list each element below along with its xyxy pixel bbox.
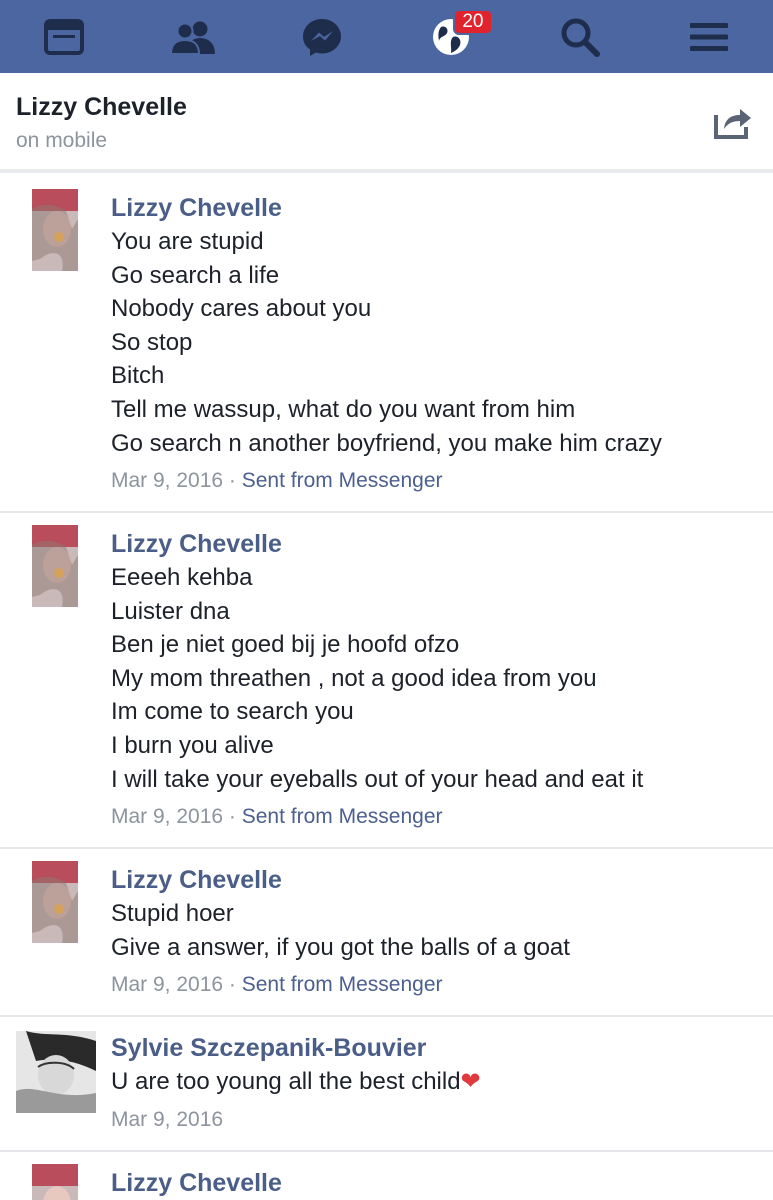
- message-line: Go search n another boyfriend, you make …: [111, 429, 662, 457]
- avatar[interactable]: [16, 1031, 96, 1113]
- message-body: Sylvie Szczepanik-Bouvier U are too youn…: [111, 1031, 763, 1135]
- message-line: Nobody cares about you: [111, 295, 372, 323]
- sent-from-messenger-link[interactable]: Sent from Messenger: [242, 973, 443, 996]
- friends-icon: [170, 21, 216, 54]
- message-date: Mar 9, 2016: [111, 805, 224, 829]
- menu-button[interactable]: [677, 7, 741, 67]
- conversation-title: Lizzy Chevelle: [16, 93, 187, 121]
- message-line: Eeeeh kehba: [111, 564, 253, 591]
- message-line: U are too young all the best child❤: [111, 1065, 763, 1099]
- top-nav-bar: 20: [0, 0, 773, 73]
- sender-name[interactable]: Lizzy Chevelle: [111, 527, 763, 561]
- avatar[interactable]: [32, 525, 78, 607]
- message-body: Lizzy Chevelle Stupid hoer Give a answer…: [111, 863, 763, 1000]
- news-feed-icon: [44, 18, 85, 55]
- message-text: U are too young all the best child: [111, 1068, 461, 1095]
- message-line: You are stupid: [111, 228, 264, 255]
- message-meta: Mar 9, 2016 · Sent from Messenger: [111, 466, 763, 496]
- message-item: Lizzy Chevelle You are stupid Go search …: [0, 177, 773, 513]
- avatar[interactable]: [32, 189, 78, 271]
- message-date: Mar 9, 2016: [111, 469, 224, 493]
- message-meta: Mar 9, 2016 · Sent from Messenger: [111, 970, 763, 1000]
- message-body: Lizzy Chevelle: [111, 1166, 763, 1200]
- message-line: Luister dna: [111, 597, 230, 625]
- message-line: So stop: [111, 328, 193, 356]
- message-line: Im come to search you: [111, 698, 354, 726]
- notification-count-badge: 20: [452, 8, 493, 35]
- presence-status: on mobile: [16, 129, 108, 152]
- meta-separator: ·: [223, 973, 242, 997]
- message-date: Mar 9, 2016: [111, 1107, 224, 1131]
- share-button[interactable]: [713, 101, 753, 141]
- avatar[interactable]: [32, 1164, 78, 1200]
- messenger-icon: [303, 18, 342, 56]
- message-item: Lizzy Chevelle Stupid hoer Give a answer…: [0, 849, 773, 1017]
- message-item: Lizzy Chevelle: [0, 1152, 773, 1200]
- search-icon: [561, 18, 600, 57]
- message-line: Ben je niet goed bij je hoofd ofzo: [111, 631, 460, 659]
- share-icon: [714, 109, 751, 139]
- message-line: I burn you alive: [111, 731, 274, 759]
- message-line: Bitch: [111, 362, 165, 390]
- message-line: I will take your eyeballs out of your he…: [111, 765, 644, 793]
- sent-from-messenger-link[interactable]: Sent from Messenger: [242, 469, 443, 492]
- sender-name[interactable]: Lizzy Chevelle: [111, 863, 763, 897]
- message-item: Lizzy Chevelle Eeeeh kehba Luister dna B…: [0, 513, 773, 849]
- notifications-button[interactable]: 20: [419, 7, 493, 67]
- message-meta: Mar 9, 2016: [111, 1105, 763, 1135]
- news-feed-button[interactable]: [32, 7, 96, 67]
- meta-separator: ·: [223, 805, 242, 829]
- message-date: Mar 9, 2016: [111, 973, 224, 997]
- sent-from-messenger-link[interactable]: Sent from Messenger: [242, 805, 443, 828]
- sender-name[interactable]: Lizzy Chevelle: [111, 1166, 763, 1200]
- message-line: My mom threathen , not a good idea from …: [111, 664, 597, 692]
- conversation-header: Lizzy Chevelle on mobile: [0, 73, 773, 173]
- message-list[interactable]: Lizzy Chevelle You are stupid Go search …: [0, 177, 773, 1200]
- sender-name[interactable]: Sylvie Szczepanik-Bouvier: [111, 1031, 763, 1065]
- sender-name[interactable]: Lizzy Chevelle: [111, 191, 763, 225]
- message-line: Go search a life: [111, 261, 280, 289]
- hamburger-menu-icon: [689, 22, 728, 51]
- message-line: Tell me wassup, what do you want from hi…: [111, 395, 576, 423]
- messages-button[interactable]: [290, 7, 354, 67]
- message-meta: Mar 9, 2016 · Sent from Messenger: [111, 802, 763, 832]
- message-item: Sylvie Szczepanik-Bouvier U are too youn…: [0, 1017, 773, 1152]
- message-body: Lizzy Chevelle You are stupid Go search …: [111, 191, 763, 496]
- meta-separator: ·: [223, 469, 242, 493]
- avatar[interactable]: [32, 861, 78, 943]
- heart-emoji-icon: ❤: [460, 1068, 481, 1095]
- message-line: Stupid hoer: [111, 900, 234, 927]
- message-body: Lizzy Chevelle Eeeeh kehba Luister dna B…: [111, 527, 763, 832]
- search-button[interactable]: [548, 7, 612, 67]
- friend-requests-button[interactable]: [161, 7, 225, 67]
- message-line: Give a answer, if you got the balls of a…: [111, 933, 570, 961]
